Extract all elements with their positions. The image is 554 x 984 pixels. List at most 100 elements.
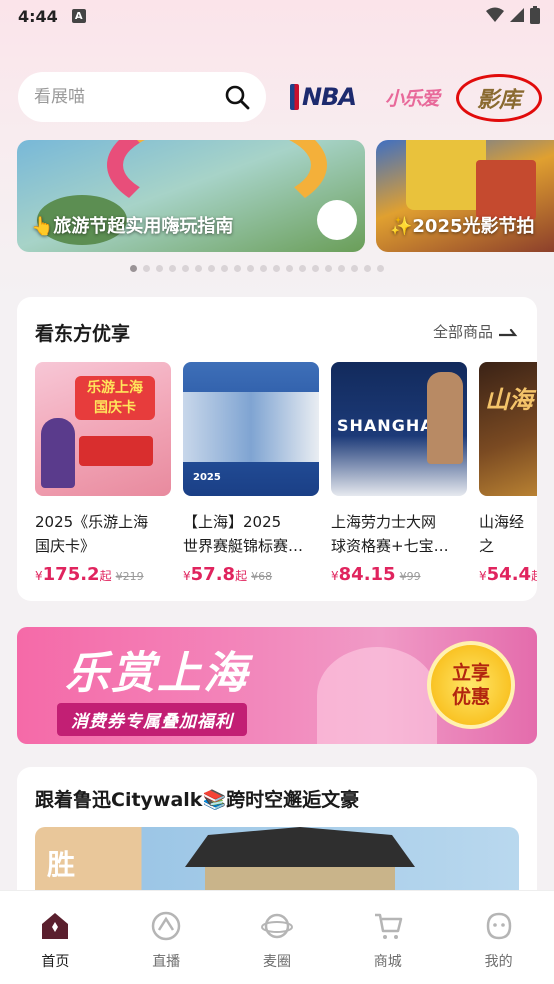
- signal-icon: [510, 8, 524, 22]
- wifi-icon: [486, 7, 504, 22]
- carousel-dot[interactable]: [234, 265, 241, 272]
- product-name: 【上海】2025 世界赛艇锦标赛…: [183, 513, 304, 555]
- carousel-dot[interactable]: [260, 265, 267, 272]
- product-image-tag: [79, 436, 153, 466]
- banner-title: 👆旅游节超实用嗨玩指南: [31, 216, 234, 237]
- banner-title: ✨2025光影节拍: [390, 216, 535, 237]
- battery-icon: [530, 6, 540, 24]
- carousel-dot[interactable]: [143, 265, 150, 272]
- all-products-label: 全部商品: [432, 323, 493, 341]
- section-title: 看东方优享: [35, 323, 131, 345]
- price-symbol: ¥: [479, 569, 487, 583]
- price-symbol: ¥: [331, 569, 339, 583]
- promo-decoration: [317, 647, 437, 744]
- carousel-dot[interactable]: [364, 265, 371, 272]
- product-image-label: 山海: [485, 386, 533, 414]
- citywalk-roof: [185, 827, 415, 867]
- price-symbol: ¥: [183, 569, 191, 583]
- promo-badge-line1: 立享: [451, 662, 490, 684]
- products-section: 看东方优享 全部商品 乐游上海 国庆卡 2025《乐游上海 国庆卡》 ¥ 175…: [17, 297, 537, 601]
- all-products-link[interactable]: 全部商品: [433, 321, 519, 342]
- carousel-dot[interactable]: [169, 265, 176, 272]
- carousel-dot[interactable]: [273, 265, 280, 272]
- status-time: 4:44: [18, 6, 58, 26]
- original-price: ¥68: [251, 570, 273, 583]
- nba-label: NBA: [302, 83, 357, 111]
- original-price: ¥99: [399, 570, 421, 583]
- promo-banner[interactable]: 乐赏上海 消费券专属叠加福利 立享 优惠: [17, 627, 537, 744]
- tab-label: 商城: [373, 954, 402, 970]
- banner-card[interactable]: ✨2025光影节拍: [376, 140, 554, 252]
- carousel-dot[interactable]: [221, 265, 228, 272]
- carousel-dot[interactable]: [299, 265, 306, 272]
- bottom-tab-bar: 首页 直播 麦圈 商城 我的: [0, 890, 554, 984]
- shuangai-brand-button[interactable]: 小乐爱: [380, 78, 444, 116]
- search-input[interactable]: [34, 87, 214, 107]
- tab-circle[interactable]: 麦圈: [222, 891, 333, 984]
- product-image-label: 乐游上海 国庆卡: [75, 376, 155, 420]
- notification-icon: A: [71, 9, 86, 23]
- product-price: ¥ 57.8 起 ¥68: [183, 564, 319, 585]
- search-row: NBA 小乐爱 影库: [18, 72, 548, 122]
- search-box[interactable]: [18, 72, 266, 122]
- section-title: 跟着鲁迅Citywalk📚跨时空邂逅文豪: [35, 789, 360, 811]
- promo-badge[interactable]: 立享 优惠: [427, 641, 515, 729]
- status-bar: 4:44 A: [0, 0, 554, 32]
- status-indicators: [486, 6, 540, 24]
- product-image: 乐游上海 国庆卡: [35, 362, 171, 496]
- tab-label: 麦圈: [262, 954, 291, 970]
- carousel-dot[interactable]: [325, 265, 332, 272]
- price-suffix: 起: [99, 569, 112, 583]
- carousel-dot[interactable]: [247, 265, 254, 272]
- carousel-dot[interactable]: [156, 265, 163, 272]
- product-card[interactable]: 2025 【上海】2025 世界赛艇锦标赛… ¥ 57.8 起 ¥68: [183, 362, 319, 585]
- promo-title: 乐赏上海: [65, 648, 249, 699]
- product-price: ¥ 175.2 起 ¥219: [35, 564, 171, 585]
- carousel-indicator: [130, 265, 384, 272]
- product-image: 山海: [479, 362, 537, 496]
- price-value: 84.15: [338, 564, 396, 585]
- tab-label: 我的: [484, 954, 513, 970]
- price-value: 57.8: [190, 564, 236, 585]
- carousel-dot[interactable]: [208, 265, 215, 272]
- carousel-dot[interactable]: [312, 265, 319, 272]
- tab-label: 首页: [41, 954, 70, 970]
- carousel-dot[interactable]: [351, 265, 358, 272]
- yingku-brand-button[interactable]: 影库: [456, 74, 542, 122]
- tab-live[interactable]: 直播: [111, 891, 222, 984]
- carousel-dot[interactable]: [195, 265, 202, 272]
- tab-home[interactable]: 首页: [0, 891, 111, 984]
- product-name: 山海经之 境 （沉浸: [479, 513, 525, 555]
- banner-decoration: [107, 140, 327, 220]
- cart-icon: [371, 909, 405, 943]
- product-card[interactable]: SHANGHAI 上海劳力士大网 球资格赛+七宝… ¥ 84.15 ¥99: [331, 362, 467, 585]
- product-image-figure: [41, 418, 75, 488]
- carousel-dot[interactable]: [286, 265, 293, 272]
- price-value: 54.4: [486, 564, 532, 585]
- product-card[interactable]: 乐游上海 国庆卡 2025《乐游上海 国庆卡》 ¥ 175.2 起 ¥219: [35, 362, 171, 585]
- original-price: ¥219: [115, 570, 144, 583]
- banner-decoration: [317, 200, 357, 240]
- planet-icon: [260, 909, 294, 943]
- carousel-dot[interactable]: [182, 265, 189, 272]
- tab-label: 直播: [152, 954, 181, 970]
- search-icon[interactable]: [224, 84, 250, 110]
- home-icon: [38, 909, 72, 943]
- tab-mall[interactable]: 商城: [332, 891, 443, 984]
- product-image: SHANGHAI: [331, 362, 467, 496]
- nba-logo-icon: [290, 84, 300, 110]
- product-image-rowers: [183, 392, 319, 462]
- product-image-player: [427, 372, 463, 464]
- tab-profile[interactable]: 我的: [443, 891, 554, 984]
- carousel-dot[interactable]: [338, 265, 345, 272]
- price-value: 175.2: [42, 564, 100, 585]
- banner-card[interactable]: 👆旅游节超实用嗨玩指南: [17, 140, 365, 252]
- carousel-dot[interactable]: [130, 265, 137, 272]
- product-image-label: SHANGHAI: [337, 416, 441, 435]
- nba-brand-button[interactable]: NBA: [290, 78, 357, 116]
- product-price: ¥ 84.15 ¥99: [331, 564, 467, 585]
- carousel-dot[interactable]: [377, 265, 384, 272]
- product-name: 上海劳力士大网 球资格赛+七宝…: [331, 513, 449, 555]
- product-price: ¥ 54.4 起: [479, 564, 537, 585]
- product-card[interactable]: 山海 山海经之 境 （沉浸 ¥ 54.4 起: [479, 362, 537, 585]
